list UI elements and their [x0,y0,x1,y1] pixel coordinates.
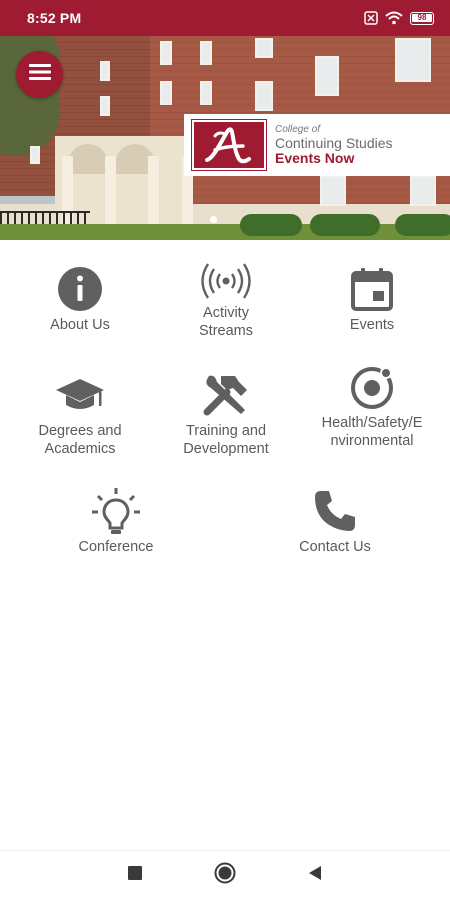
script-a-logo [191,119,267,171]
window [160,81,172,105]
system-navigation-bar [0,850,450,900]
window [200,41,212,65]
hedge [240,214,302,236]
window [100,61,110,81]
window [200,81,212,105]
hedge [310,214,380,236]
phone-icon [313,484,357,538]
screenshot-icon [364,11,378,25]
window [30,146,40,164]
status-time: 8:52 PM [27,10,82,26]
logo-text: College of Continuing Studies Events Now [275,124,393,166]
tile-conference[interactable]: Conference [66,484,166,556]
tile-training-and-development[interactable]: Training and Development [170,368,282,458]
status-bar: 8:52 PM 98 [0,0,450,36]
column [105,156,116,234]
tile-activity-streams[interactable]: Activity Streams [166,258,286,340]
tile-label: Events [349,317,395,333]
tools-icon [201,368,251,422]
hero-banner[interactable]: College of Continuing Studies Events Now [0,36,450,240]
ionic-icon [348,360,396,414]
tile-label: Contact Us [299,539,371,555]
battery-level: 98 [412,13,432,22]
window [160,41,172,65]
college-logo: College of Continuing Studies Events Now [184,114,450,176]
hamburger-menu-icon [28,63,51,86]
battery-icon: 98 [410,11,434,25]
wifi-icon [385,11,403,25]
tile-label: Health/Safety/Environmental [321,415,423,449]
home-icon [214,862,236,889]
tile-label: Training and Development [183,423,269,457]
home-button[interactable] [205,856,245,896]
menu-button[interactable] [16,51,63,98]
window [315,56,339,96]
column [148,156,159,234]
tile-label: Activity Streams [199,305,253,339]
window [255,38,273,58]
tile-about-us[interactable]: About Us [30,262,130,334]
tile-degrees-and-academics[interactable]: Degrees and Academics [22,368,138,458]
info-icon [57,262,103,316]
broadcast-icon [201,258,251,304]
tile-label: About Us [50,317,110,333]
hedge [395,214,450,236]
logo-line-continuing-studies: Continuing Studies [275,135,393,151]
window [410,176,436,206]
recent-apps-button[interactable] [115,856,155,896]
window [255,81,273,111]
script-a-logo-glyph [205,127,251,164]
tile-label: Degrees and Academics [38,423,122,457]
status-icons: 98 [364,11,434,25]
tile-health-safety-environmental[interactable]: Health/Safety/Environmental [316,360,428,450]
logo-line-events-now: Events Now [275,150,355,166]
carousel-dot-active[interactable] [210,216,217,223]
lawn [0,224,450,240]
tile-label: Conference [78,539,154,555]
calendar-icon [351,262,393,316]
recent-apps-icon [128,866,142,885]
back-button[interactable] [295,856,335,896]
tile-contact-us[interactable]: Contact Us [285,484,385,556]
carousel-indicator [210,216,217,223]
back-icon [308,865,322,886]
tile-events[interactable]: Events [322,262,422,334]
lightbulb-icon [90,484,142,538]
logo-line-college-of: College of [275,124,321,135]
graduation-cap-icon [55,368,105,422]
window [395,38,431,82]
window [320,176,346,206]
window [100,96,110,116]
